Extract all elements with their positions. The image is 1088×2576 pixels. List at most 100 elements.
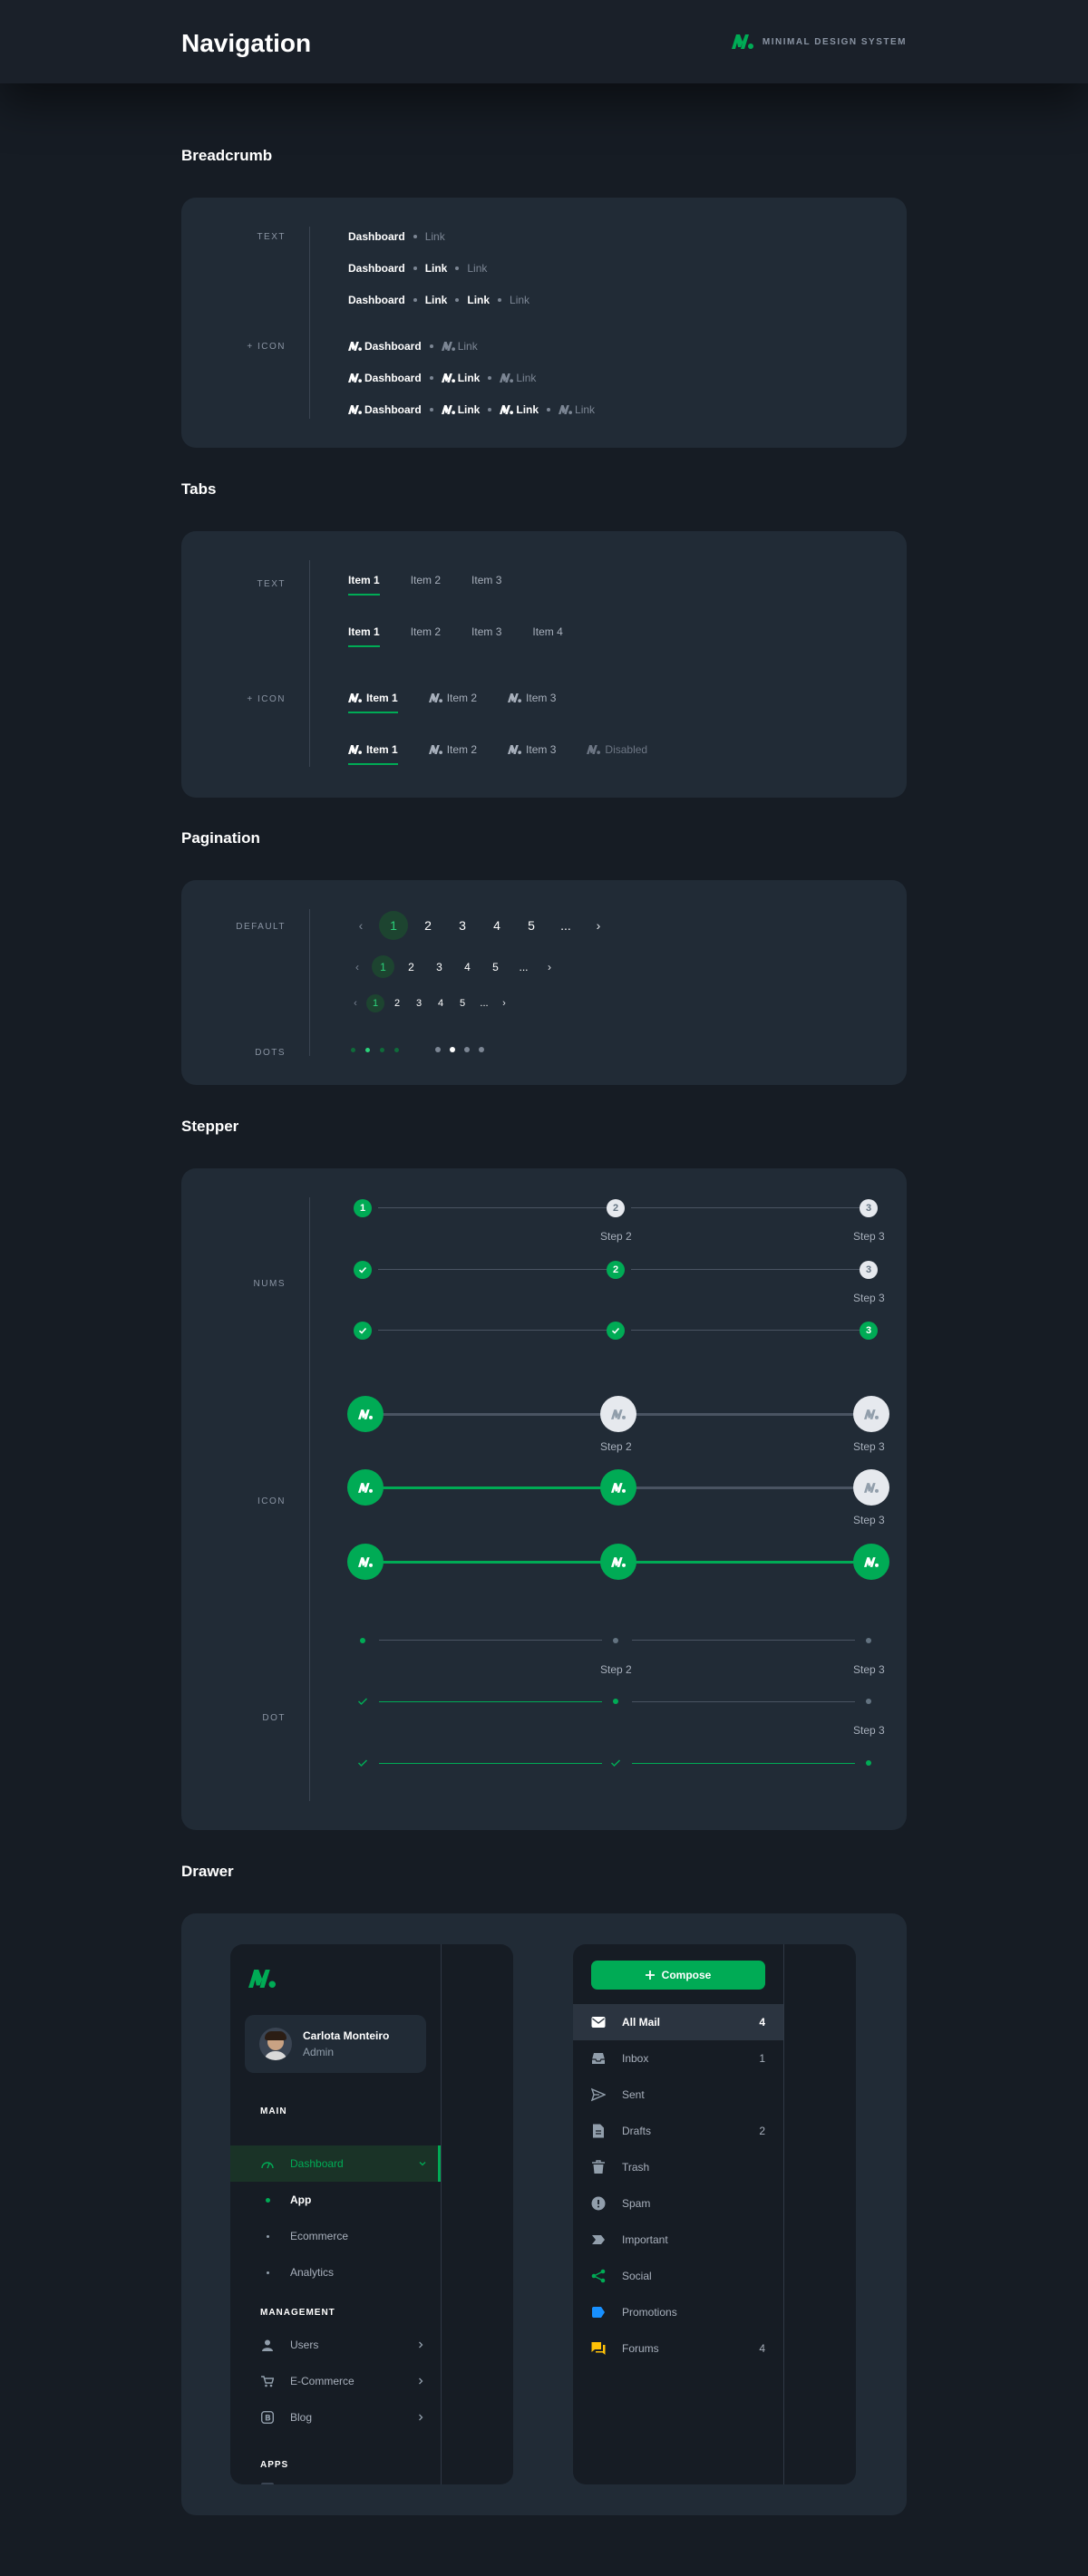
prev-button[interactable]: ‹ (348, 955, 366, 978)
breadcrumb-item-link[interactable]: Link (442, 372, 480, 384)
step-icon-complete[interactable] (347, 1544, 384, 1580)
page-1[interactable]: 1 (379, 911, 408, 940)
step-icon-pending[interactable] (853, 1396, 889, 1432)
breadcrumb-item-link[interactable]: Link (425, 262, 448, 275)
page-dot[interactable] (380, 1048, 384, 1052)
step-icon-complete[interactable] (347, 1469, 384, 1506)
breadcrumb-item-dashboard[interactable]: Dashboard (348, 372, 422, 384)
breadcrumb-item-link[interactable]: Link (500, 403, 539, 416)
step-icon-active[interactable] (347, 1396, 384, 1432)
breadcrumb-item-dashboard[interactable]: Dashboard (348, 230, 405, 243)
logo-icon[interactable] (248, 1970, 276, 1988)
tab-item-1[interactable]: Item 1 (348, 625, 380, 647)
page-3[interactable]: 3 (448, 911, 477, 940)
mail-item-drafts[interactable]: Drafts 2 (573, 2113, 783, 2149)
page-dot[interactable] (435, 1047, 441, 1052)
page-2[interactable]: 2 (413, 911, 442, 940)
step-dot-active[interactable] (613, 1699, 618, 1704)
tab-item-1[interactable]: Item 1 (348, 743, 398, 765)
step-number-active[interactable]: 1 (354, 1199, 372, 1217)
tab-item-2[interactable]: Item 2 (411, 574, 441, 586)
step-number-active[interactable]: 2 (607, 1261, 625, 1279)
step-dot-pending[interactable] (613, 1638, 618, 1643)
page-1[interactable]: 1 (372, 955, 394, 978)
step-dot-active[interactable] (866, 1760, 871, 1766)
tab-item-3[interactable]: Item 3 (471, 625, 501, 638)
step-icon-pending[interactable] (853, 1469, 889, 1506)
step-dot-pending[interactable] (866, 1699, 871, 1704)
mail-item-promotions[interactable]: Promotions (573, 2294, 783, 2330)
step-complete[interactable] (354, 1261, 372, 1279)
page-2[interactable]: 2 (388, 994, 406, 1012)
mail-item-important[interactable]: Important (573, 2222, 783, 2258)
prev-button[interactable]: ‹ (348, 911, 374, 940)
step-number-pending[interactable]: 3 (860, 1199, 878, 1217)
page-3[interactable]: 3 (410, 994, 428, 1012)
tab-item-1[interactable]: Item 1 (348, 574, 380, 596)
page-2[interactable]: 2 (400, 955, 423, 978)
mail-item-social[interactable]: Social (573, 2258, 783, 2294)
tab-item-3[interactable]: Item 3 (471, 574, 501, 586)
tab-item-4[interactable]: Item 4 (532, 625, 562, 638)
page-dot[interactable] (464, 1047, 470, 1052)
breadcrumb-item-dashboard[interactable]: Dashboard (348, 340, 422, 353)
breadcrumb-item-dashboard[interactable]: Dashboard (348, 294, 405, 306)
page-3[interactable]: 3 (428, 955, 451, 978)
mail-item-inbox[interactable]: Inbox 1 (573, 2040, 783, 2077)
mail-item-spam[interactable]: Spam (573, 2185, 783, 2222)
nav-item-analytics[interactable]: Analytics (230, 2254, 441, 2290)
tab-item-2[interactable]: Item 2 (429, 692, 477, 704)
page-dot[interactable] (351, 1048, 355, 1052)
step-dot-complete[interactable] (357, 1696, 368, 1707)
mail-item-sent[interactable]: Sent (573, 2077, 783, 2113)
tab-item-3[interactable]: Item 3 (508, 692, 556, 704)
nav-item-users[interactable]: Users (230, 2327, 441, 2363)
page-dot-active[interactable] (450, 1047, 455, 1052)
page-dot-active[interactable] (365, 1048, 370, 1052)
account-card[interactable]: Carlota Monteiro Admin (245, 2015, 426, 2073)
nav-item-blog[interactable]: B Blog (230, 2399, 441, 2436)
step-complete[interactable] (354, 1322, 372, 1340)
breadcrumb-item-link[interactable]: Link (442, 403, 480, 416)
prev-button[interactable]: ‹ (348, 994, 363, 1012)
step-icon-pending[interactable] (600, 1396, 636, 1432)
nav-item-e-commerce[interactable]: E-Commerce (230, 2363, 441, 2399)
page-5[interactable]: 5 (453, 994, 471, 1012)
page-dot[interactable] (479, 1047, 484, 1052)
step-dot-complete[interactable] (357, 1758, 368, 1768)
next-button[interactable]: › (586, 911, 611, 940)
breadcrumb-item-dashboard[interactable]: Dashboard (348, 262, 405, 275)
step-complete[interactable] (607, 1322, 625, 1340)
page-4[interactable]: 4 (456, 955, 479, 978)
page-4[interactable]: 4 (432, 994, 450, 1012)
step-dot-complete[interactable] (610, 1758, 621, 1768)
brand[interactable]: MINIMAL DESIGN SYSTEM (732, 34, 907, 49)
next-button[interactable]: › (540, 955, 559, 978)
step-icon-active[interactable] (853, 1544, 889, 1580)
step-number-pending[interactable]: 3 (860, 1261, 878, 1279)
tab-item-1[interactable]: Item 1 (348, 692, 398, 713)
step-dot-active[interactable] (360, 1638, 365, 1643)
page-dot[interactable] (394, 1048, 399, 1052)
next-button[interactable]: › (497, 994, 511, 1012)
mail-item-trash[interactable]: Trash (573, 2149, 783, 2185)
tab-item-2[interactable]: Item 2 (411, 625, 441, 638)
page-5[interactable]: 5 (517, 911, 546, 940)
tab-item-2[interactable]: Item 2 (429, 743, 477, 756)
mail-item-forums[interactable]: Forums 4 (573, 2330, 783, 2367)
step-icon-complete[interactable] (600, 1544, 636, 1580)
breadcrumb-item-dashboard[interactable]: Dashboard (348, 403, 422, 416)
step-number-active[interactable]: 3 (860, 1322, 878, 1340)
step-icon-active[interactable] (600, 1469, 636, 1506)
step-dot-pending[interactable] (866, 1638, 871, 1643)
page-5[interactable]: 5 (484, 955, 507, 978)
mail-item-all[interactable]: All Mail 4 (573, 2004, 783, 2040)
breadcrumb-item-link[interactable]: Link (467, 294, 490, 306)
compose-button[interactable]: Compose (591, 1961, 765, 1990)
tab-item-3[interactable]: Item 3 (508, 743, 556, 756)
breadcrumb-item-link[interactable]: Link (425, 294, 448, 306)
nav-item-ecommerce[interactable]: Ecommerce (230, 2218, 441, 2254)
nav-item-dashboard[interactable]: Dashboard (230, 2145, 441, 2182)
nav-item-app[interactable]: App (230, 2182, 441, 2218)
step-number-pending[interactable]: 2 (607, 1199, 625, 1217)
